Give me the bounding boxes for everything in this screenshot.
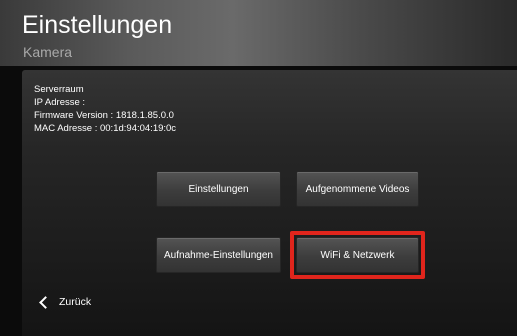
firmware-version-row: Firmware Version : 1818.1.85.0.0 [34, 110, 174, 121]
recorded-videos-button[interactable]: Aufgenommene Videos [296, 171, 419, 207]
camera-info: Serverraum IP Adresse : Firmware Version… [34, 83, 176, 135]
camera-panel: Serverraum IP Adresse : Firmware Version… [22, 70, 517, 336]
back-button[interactable]: Zurück [38, 295, 92, 309]
back-label: Zurück [59, 296, 92, 308]
wifi-button-highlight [290, 231, 425, 279]
camera-name: Serverraum [34, 84, 84, 95]
page-header: Einstellungen Kamera [0, 0, 517, 66]
ip-address-row: IP Adresse : [34, 97, 86, 108]
settings-button[interactable]: Einstellungen [156, 171, 281, 207]
chevron-left-icon [39, 295, 52, 309]
recording-settings-button[interactable]: Aufnahme-Einstellungen [156, 237, 281, 273]
page-title: Einstellungen [22, 11, 173, 39]
page-subtitle: Kamera [23, 44, 73, 60]
mac-address-row: MAC Adresse : 00:1d:94:04:19:0c [34, 123, 177, 134]
